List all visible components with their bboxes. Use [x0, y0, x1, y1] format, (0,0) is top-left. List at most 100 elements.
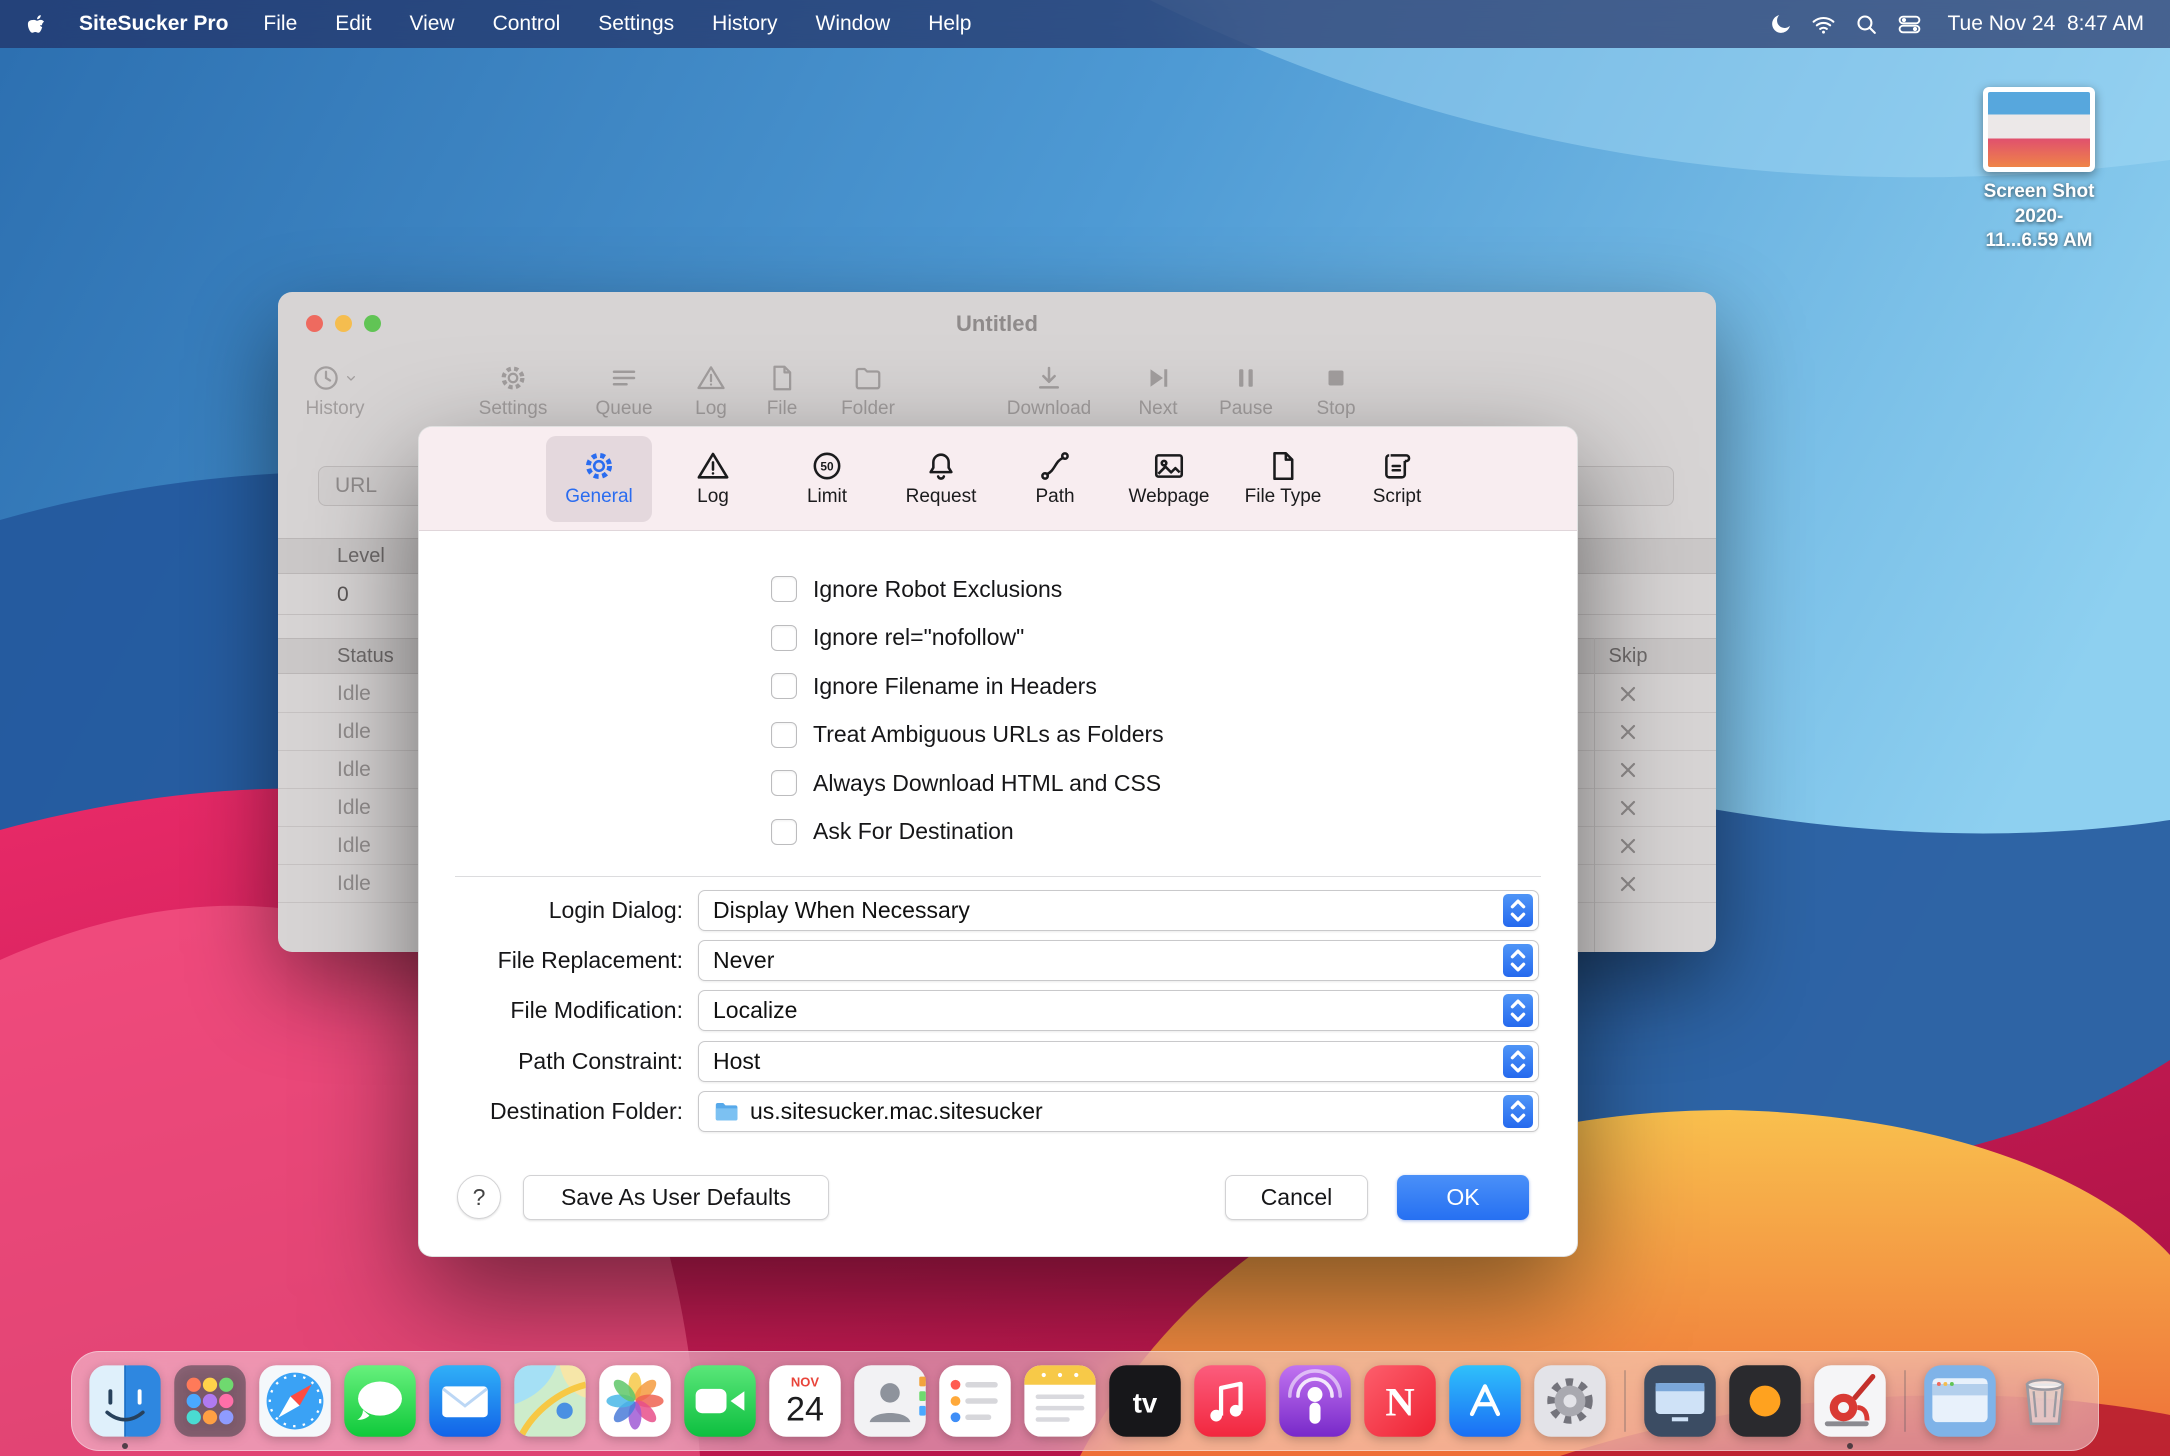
dialog-button-row: ? Save As User Defaults Cancel OK	[419, 1175, 1577, 1221]
ok-button[interactable]: OK	[1397, 1175, 1529, 1220]
tab-path[interactable]: Path	[1002, 436, 1108, 522]
bell-icon	[924, 449, 958, 483]
select-value: us.sitesucker.mac.sitesucker	[750, 1098, 1503, 1125]
dock-notes-icon[interactable]	[1021, 1362, 1099, 1440]
desktop-file-screenshot[interactable]: Screen Shot 2020-11...6.59 AM	[1983, 87, 2095, 254]
dock-contacts-icon[interactable]	[851, 1362, 929, 1440]
menu-bar-clock[interactable]: Tue Nov 24 8:47 AM	[1948, 12, 2145, 36]
toolbar-label: Stop	[1281, 398, 1391, 420]
window-title: Untitled	[278, 311, 1716, 337]
cancel-button[interactable]: Cancel	[1225, 1175, 1368, 1220]
tab-label: Script	[1373, 486, 1422, 508]
select-path-constraint[interactable]: Host	[698, 1041, 1539, 1082]
dock-screen-sharing-icon[interactable]	[1641, 1362, 1719, 1440]
row-skip-button[interactable]	[1616, 796, 1640, 820]
select-file-replacement[interactable]: Never	[698, 940, 1539, 981]
menu-settings[interactable]: Settings	[579, 12, 693, 35]
select-value: Localize	[713, 997, 1503, 1024]
tab-file-type[interactable]: File Type	[1230, 436, 1336, 522]
checkbox-row: Ignore Robot Exclusions	[771, 565, 1537, 614]
menu-edit[interactable]: Edit	[316, 12, 390, 35]
dock-maps-icon[interactable]	[511, 1362, 589, 1440]
dock-sitesucker-icon[interactable]	[1811, 1362, 1889, 1440]
dock-finder-icon[interactable]	[86, 1362, 164, 1440]
checkbox-treat-ambiguous-urls-as-folders[interactable]	[771, 722, 797, 748]
dock-launchpad-icon[interactable]	[171, 1362, 249, 1440]
dock: NOV24 tv N	[71, 1351, 2099, 1451]
zoom-button[interactable]	[364, 315, 381, 332]
menu-view[interactable]: View	[390, 12, 473, 35]
select-file-modification[interactable]: Localize	[698, 990, 1539, 1031]
toolbar-stop-button[interactable]: Stop	[1281, 360, 1391, 420]
tab-limit[interactable]: 50Limit	[774, 436, 880, 522]
toolbar-download-button[interactable]: Download	[994, 360, 1104, 420]
dock-tv-icon[interactable]: tv	[1106, 1362, 1184, 1440]
row-skip-button[interactable]	[1616, 720, 1640, 744]
select-login-dialog[interactable]: Display When Necessary	[698, 890, 1539, 931]
general-field-list: Login Dialog:Display When NecessaryFile …	[419, 885, 1539, 1136]
path-icon	[1038, 449, 1072, 483]
dock-music-icon[interactable]	[1191, 1362, 1269, 1440]
active-app-name[interactable]: SiteSucker Pro	[79, 12, 228, 36]
stepper-icon	[1503, 1095, 1533, 1128]
dock-system-preferences-icon[interactable]	[1531, 1362, 1609, 1440]
dock-photos-icon[interactable]	[596, 1362, 674, 1440]
toolbar-folder-button[interactable]: Folder	[813, 360, 923, 420]
minimize-button[interactable]	[335, 315, 352, 332]
checkbox-ignore-rel-nofollow[interactable]	[771, 625, 797, 651]
stepper-icon	[1503, 894, 1533, 927]
dock-trash-icon[interactable]	[2006, 1362, 2084, 1440]
checkbox-ask-for-destination[interactable]	[771, 819, 797, 845]
row-skip-button[interactable]	[1616, 834, 1640, 858]
dock-news-icon[interactable]: N	[1361, 1362, 1439, 1440]
dock-messages-icon[interactable]	[341, 1362, 419, 1440]
wifi-icon[interactable]	[1811, 12, 1836, 37]
tab-general[interactable]: General	[546, 436, 652, 522]
checkbox-label: Ignore Filename in Headers	[813, 673, 1097, 700]
tab-request[interactable]: Request	[888, 436, 994, 522]
dock-safari-icon[interactable]	[256, 1362, 334, 1440]
menu-window[interactable]: Window	[797, 12, 910, 35]
svg-text:tv: tv	[1133, 1387, 1158, 1418]
row-skip-button[interactable]	[1616, 682, 1640, 706]
general-checkbox-list: Ignore Robot ExclusionsIgnore rel="nofol…	[771, 565, 1537, 856]
dock-calendar-icon[interactable]: NOV24	[766, 1362, 844, 1440]
dock-orange-app-icon[interactable]	[1726, 1362, 1804, 1440]
help-button[interactable]: ?	[457, 1175, 501, 1219]
tab-script[interactable]: Script	[1344, 436, 1450, 522]
checkbox-ignore-filename-in-headers[interactable]	[771, 673, 797, 699]
dock-reminders-icon[interactable]	[936, 1362, 1014, 1440]
dock-app-store-icon[interactable]	[1446, 1362, 1524, 1440]
script-icon	[1380, 449, 1414, 483]
toolbar-history-button[interactable]: History	[280, 360, 390, 420]
toolbar-label: Folder	[813, 398, 923, 420]
close-button[interactable]	[306, 315, 323, 332]
checkbox-always-download-html-and-css[interactable]	[771, 770, 797, 796]
search-icon[interactable]	[1854, 12, 1879, 37]
moon-icon[interactable]	[1768, 12, 1793, 37]
tab-webpage[interactable]: Webpage	[1116, 436, 1222, 522]
menu-help[interactable]: Help	[909, 12, 990, 35]
dock-facetime-icon[interactable]	[681, 1362, 759, 1440]
dock-separator	[1624, 1370, 1626, 1432]
menu-control[interactable]: Control	[474, 12, 580, 35]
dock-mail-icon[interactable]	[426, 1362, 504, 1440]
menu-history[interactable]: History	[693, 12, 796, 35]
row-skip-button[interactable]	[1616, 872, 1640, 896]
apple-logo-icon[interactable]	[26, 13, 49, 36]
svg-text:50: 50	[820, 460, 834, 474]
row-skip-button[interactable]	[1616, 758, 1640, 782]
select-destination-folder[interactable]: us.sitesucker.mac.sitesucker	[698, 1091, 1539, 1132]
dock-minimized-window-icon[interactable]	[1921, 1362, 1999, 1440]
save-as-user-defaults-button[interactable]: Save As User Defaults	[523, 1175, 829, 1220]
folder-icon	[853, 363, 883, 393]
toolbar-settings-button[interactable]: Settings	[458, 360, 568, 420]
menu-file[interactable]: File	[244, 12, 316, 35]
control-center-icon[interactable]	[1897, 12, 1922, 37]
tab-label: File Type	[1245, 486, 1322, 508]
tab-log[interactable]: Log	[660, 436, 766, 522]
dock-podcasts-icon[interactable]	[1276, 1362, 1354, 1440]
checkbox-ignore-robot-exclusions[interactable]	[771, 576, 797, 602]
checkbox-label: Ask For Destination	[813, 818, 1014, 845]
stepper-icon	[1503, 1045, 1533, 1078]
